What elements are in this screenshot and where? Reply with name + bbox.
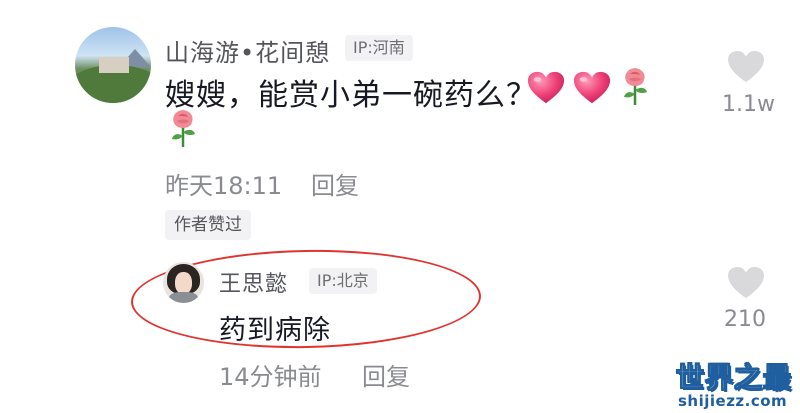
comment-username[interactable]: 山海游•花间憩 [165, 33, 330, 68]
reply-username[interactable]: 王思懿 [219, 266, 288, 298]
comment-timestamp: 昨天18:11 [165, 172, 283, 200]
rose-emoji [172, 110, 195, 147]
reply-reply-button[interactable]: 回复 [362, 357, 410, 392]
reply-text: 药到病除 [219, 315, 331, 346]
comment-text: 嫂嫂，能赏小弟一碗药么？ [165, 78, 537, 113]
avatar[interactable] [75, 27, 151, 103]
reply-timestamp: 14分钟前 [219, 363, 322, 391]
heart-emoji [527, 71, 565, 104]
ip-location-tag: IP:河南 [345, 35, 413, 61]
author-liked-badge: 作者赞过 [165, 210, 251, 240]
like-heart-icon[interactable] [727, 50, 765, 84]
reply-like-count: 210 [724, 307, 766, 332]
like-count: 1.1w [722, 92, 775, 117]
watermark-logo-text: 世界之最 [675, 361, 793, 395]
reply-avatar[interactable] [163, 262, 204, 303]
watermark-url: shijiezz.com [678, 392, 788, 410]
rose-emoji [624, 68, 647, 105]
heart-emoji [573, 71, 611, 104]
reply-like-heart-icon[interactable] [727, 266, 765, 300]
reply-button[interactable]: 回复 [311, 166, 359, 201]
reply-ip-location-tag: IP:北京 [309, 268, 377, 294]
